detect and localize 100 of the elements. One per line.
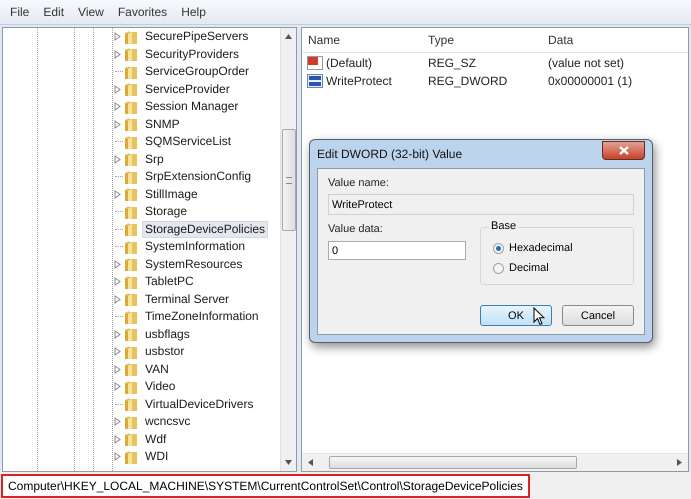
- dialog-title: Edit DWORD (32-bit) Value: [317, 147, 462, 161]
- folder-icon: [123, 168, 139, 185]
- folder-icon: [123, 414, 139, 430]
- tree-item[interactable]: WDI: [142, 449, 172, 464]
- scroll-down-icon[interactable]: [285, 460, 292, 465]
- folder-icon: [123, 221, 139, 238]
- tree-item[interactable]: Wdf: [142, 432, 170, 447]
- tree-item[interactable]: SystemInformation: [142, 239, 248, 254]
- folder-icon: [123, 204, 139, 220]
- ok-button[interactable]: OK: [480, 305, 552, 326]
- tree-item[interactable]: usbflags: [142, 326, 193, 342]
- tree-item[interactable]: Storage: [142, 204, 190, 220]
- expand-arrow-icon[interactable]: [114, 154, 120, 164]
- radio-label[interactable]: Decimal: [509, 262, 549, 274]
- scroll-up-icon[interactable]: [285, 34, 292, 39]
- column-header[interactable]: Type: [422, 33, 542, 47]
- expand-arrow-icon[interactable]: [114, 364, 120, 374]
- expand-arrow-icon[interactable]: [114, 50, 120, 59]
- expand-arrow-icon[interactable]: [114, 330, 120, 339]
- expand-arrow-icon[interactable]: [114, 294, 120, 304]
- folder-icon: [123, 256, 139, 272]
- string-value-icon: [307, 56, 323, 70]
- expand-arrow-icon[interactable]: [114, 347, 120, 356]
- tree-item[interactable]: SrpExtensionConfig: [142, 169, 254, 184]
- menu-item[interactable]: File: [10, 5, 30, 19]
- folder-icon: [123, 151, 139, 168]
- folder-icon: [123, 116, 139, 132]
- value-data-field[interactable]: 0: [328, 241, 466, 260]
- menu-item[interactable]: Favorites: [118, 5, 168, 19]
- tree-item[interactable]: StillImage: [142, 186, 201, 202]
- tree-item[interactable]: Srp: [142, 152, 167, 167]
- folder-icon: [123, 46, 139, 62]
- registry-path: Computer\HKEY_LOCAL_MACHINE\SYSTEM\CurrentControlSet\Control\StorageDevicePolicies: [1, 474, 530, 498]
- menu-item[interactable]: View: [78, 5, 104, 19]
- value-data: 0x00000001 (1): [547, 74, 634, 88]
- tree-item[interactable]: Video: [142, 379, 178, 394]
- expand-arrow-icon[interactable]: [114, 417, 120, 426]
- radio-button[interactable]: [493, 242, 504, 254]
- folder-icon: [123, 361, 139, 378]
- tree-item[interactable]: SecurePipeServers: [142, 29, 252, 44]
- vertical-scrollbar[interactable]: [280, 28, 296, 471]
- tree-item[interactable]: StorageDevicePolicies: [142, 220, 268, 238]
- scrollbar-thumb[interactable]: [329, 456, 577, 469]
- expand-arrow-icon[interactable]: [114, 102, 120, 112]
- tree-item[interactable]: ServiceGroupOrder: [142, 64, 252, 80]
- scrollbar-thumb[interactable]: [282, 129, 296, 231]
- expand-arrow-icon[interactable]: [114, 277, 120, 286]
- binary-value-icon: [307, 74, 323, 88]
- tree-item[interactable]: Terminal Server: [142, 292, 232, 307]
- value-name[interactable]: (Default): [326, 56, 372, 70]
- mouse-pointer-icon: [533, 307, 545, 326]
- expand-arrow-icon[interactable]: [114, 84, 120, 94]
- close-button[interactable]: [602, 140, 645, 160]
- expand-arrow-icon[interactable]: [114, 452, 120, 462]
- expand-arrow-icon[interactable]: [114, 120, 120, 129]
- tree-item[interactable]: SNMP: [142, 116, 183, 132]
- radio-button[interactable]: [493, 262, 504, 274]
- field-label: Value data:: [328, 223, 384, 235]
- folder-icon: [123, 431, 139, 448]
- folder-icon: [123, 81, 139, 98]
- scroll-right-icon[interactable]: [677, 459, 682, 466]
- tree-item[interactable]: TabletPC: [142, 274, 197, 290]
- tree-item[interactable]: ServiceProvider: [142, 82, 233, 97]
- tree-item[interactable]: usbstor: [142, 344, 188, 360]
- value-name[interactable]: WriteProtect: [326, 74, 392, 88]
- group-label: Base: [489, 220, 518, 232]
- value-type: REG_DWORD: [427, 74, 508, 88]
- tree-item[interactable]: wcncsvc: [142, 414, 194, 430]
- tree-item[interactable]: SecurityProviders: [142, 46, 242, 62]
- expand-arrow-icon[interactable]: [114, 434, 120, 444]
- value-name-field[interactable]: WriteProtect: [328, 194, 634, 215]
- tree-item[interactable]: VAN: [142, 362, 172, 377]
- folder-icon: [123, 378, 139, 395]
- expand-arrow-icon[interactable]: [114, 382, 120, 392]
- folder-icon: [123, 98, 139, 115]
- tree-item[interactable]: SystemResources: [142, 256, 246, 272]
- cancel-button[interactable]: Cancel: [562, 305, 634, 326]
- column-header[interactable]: Data: [542, 33, 662, 47]
- expand-arrow-icon[interactable]: [114, 260, 120, 269]
- folder-icon: [123, 274, 139, 290]
- expand-arrow-icon[interactable]: [114, 32, 120, 42]
- folder-icon: [123, 64, 139, 80]
- value-data: (value not set): [547, 56, 626, 70]
- menu-item[interactable]: Edit: [43, 5, 64, 19]
- expand-arrow-icon[interactable]: [114, 190, 120, 199]
- tree-item[interactable]: Session Manager: [142, 99, 242, 114]
- value-type: REG_SZ: [427, 56, 478, 70]
- radio-label[interactable]: Hexadecimal: [509, 242, 573, 254]
- scroll-left-icon[interactable]: [308, 459, 313, 466]
- tree-item[interactable]: TimeZoneInformation: [142, 309, 262, 324]
- tree-item[interactable]: VirtualDeviceDrivers: [142, 396, 256, 412]
- folder-icon: [123, 238, 139, 255]
- folder-icon: [123, 28, 139, 45]
- menu-item[interactable]: Help: [181, 5, 206, 19]
- folder-icon: [123, 308, 139, 325]
- field-label: Value name:: [328, 177, 390, 189]
- horizontal-scrollbar[interactable]: [302, 453, 688, 471]
- tree-item[interactable]: SQMServiceList: [142, 134, 234, 150]
- close-icon: [618, 146, 628, 154]
- column-header[interactable]: Name: [302, 33, 422, 47]
